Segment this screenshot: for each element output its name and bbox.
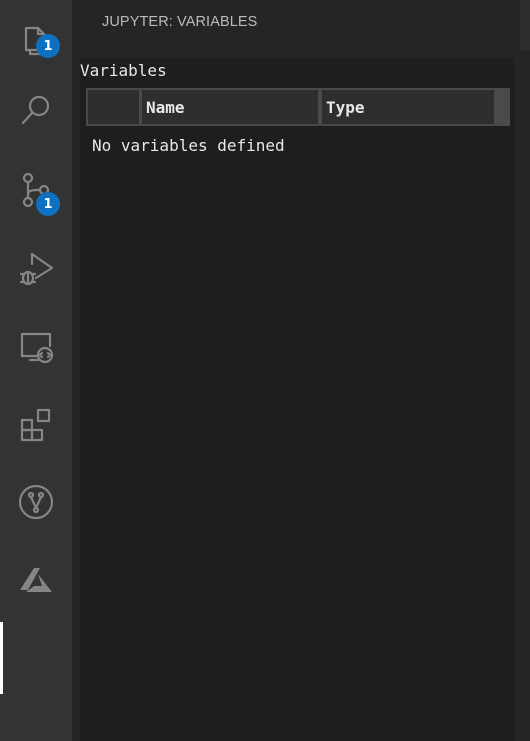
explorer-badge: 1 <box>36 34 60 58</box>
activity-item-git-graph[interactable] <box>0 462 72 542</box>
activity-item-azure[interactable] <box>0 540 72 620</box>
grid-column-name[interactable]: Name <box>142 90 318 124</box>
activity-item-run-debug[interactable] <box>0 228 72 308</box>
grid-column-blank[interactable] <box>88 90 139 124</box>
grid-column-type[interactable]: Type <box>322 90 494 124</box>
search-icon <box>21 95 50 125</box>
activity-item-search[interactable] <box>0 70 72 150</box>
variables-grid-header: Name Type <box>86 88 510 126</box>
azure-icon <box>20 568 52 592</box>
variables-title: Variables <box>80 61 167 80</box>
activity-item-extensions[interactable] <box>0 384 72 464</box>
activity-item-source-control[interactable]: 1 <box>0 150 72 230</box>
activity-item-remote-explorer[interactable] <box>0 306 72 386</box>
header-scrollbar[interactable] <box>520 0 530 50</box>
active-view-indicator <box>0 622 3 694</box>
activity-item-explorer[interactable]: 1 <box>0 0 72 80</box>
vscode-window: 1 1 JUPYTER: VARIABLES Variables Name Ty… <box>0 0 530 741</box>
panel-scrollbar[interactable] <box>514 58 530 741</box>
source-control-badge: 1 <box>36 192 60 216</box>
run-debug-icon <box>19 252 54 286</box>
empty-message: No variables defined <box>92 136 285 155</box>
panel-header-title: JUPYTER: VARIABLES <box>102 14 258 30</box>
git-graph-icon <box>18 484 54 520</box>
activity-bar: 1 1 <box>0 0 72 741</box>
remote-explorer-icon <box>20 332 54 364</box>
extensions-icon <box>20 408 51 442</box>
variables-panel <box>80 58 514 741</box>
